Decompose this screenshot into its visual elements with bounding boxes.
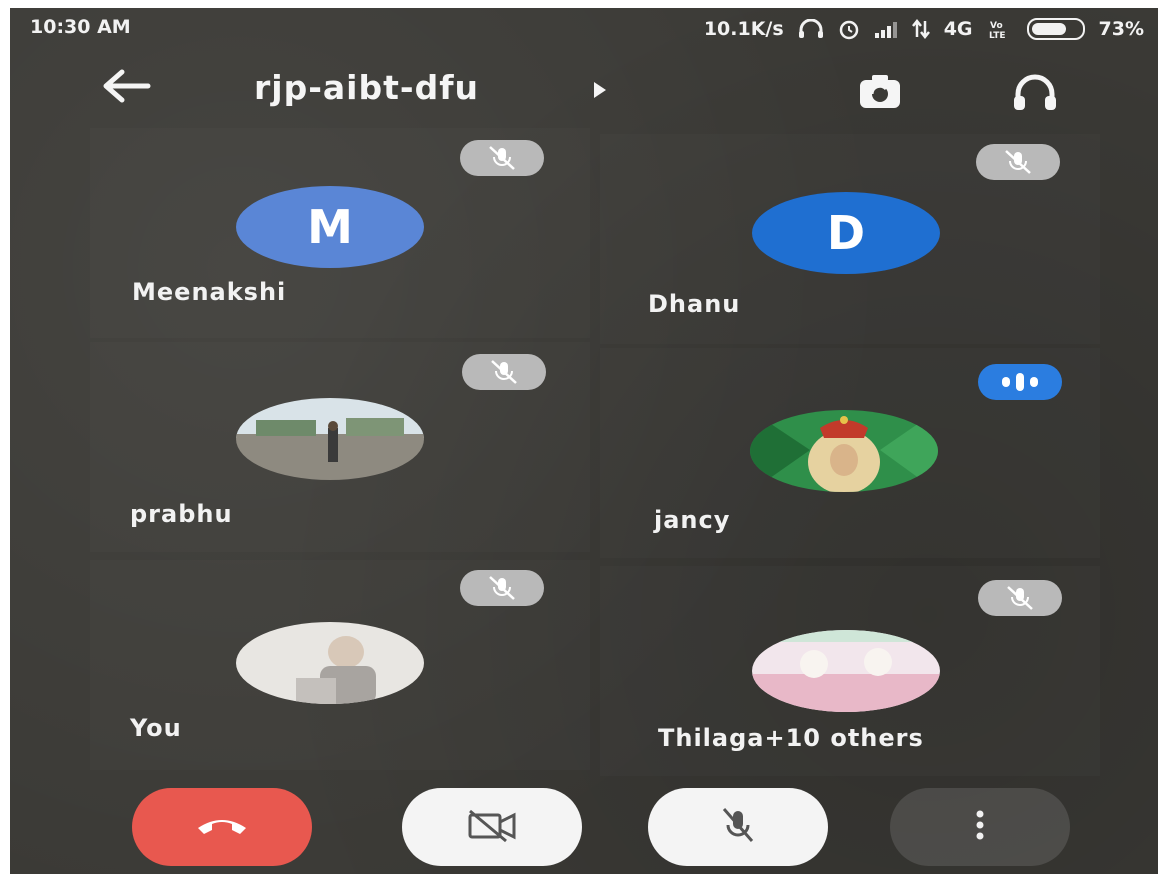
speaking-indicator-icon [978,364,1062,400]
meeting-code[interactable]: rjp-aibt-dfu [254,68,479,107]
svg-text:Vo: Vo [990,21,1003,31]
avatar: D [752,192,940,274]
status-time: 10:30 AM [30,16,131,38]
mic-off-icon [978,580,1062,616]
volte-icon: Vo LTE [987,19,1013,39]
battery-icon [1026,18,1085,40]
participant-name: jancy [654,506,731,534]
status-indicators: 10.1K/s 4G Vo LTE 73% [704,18,1144,40]
network-speed: 10.1K/s [703,18,784,40]
battery-percent: 73% [1098,18,1144,40]
mic-off-icon [718,805,758,849]
avatar-photo [236,622,424,704]
end-call-button[interactable] [132,788,312,866]
mic-toggle-button[interactable] [648,788,828,866]
mic-off-icon [460,140,544,176]
call-toolbar: rjp-aibt-dfu [10,54,1158,124]
mic-off-icon [462,354,546,390]
more-vertical-icon [974,808,986,846]
more-options-button[interactable] [890,788,1070,866]
meet-call-screen: 10:30 AM 10.1K/s 4G Vo LTE 73% rjp-aibt-… [10,8,1158,874]
video-off-icon [462,807,522,847]
headset-icon [798,19,824,39]
participant-tile[interactable]: M Meenakshi [90,128,590,338]
mic-off-icon [976,144,1060,180]
participant-name: You [130,714,182,742]
avatar-photo [236,398,424,480]
status-bar: 10:30 AM 10.1K/s 4G Vo LTE 73% [10,8,1158,48]
participant-tile[interactable]: prabhu [90,342,590,552]
avatar: M [236,186,424,268]
mic-off-icon [460,570,544,606]
participant-name: Dhanu [648,290,741,318]
avatar-photo [752,630,940,712]
participant-tile[interactable]: D Dhanu [600,134,1100,344]
participant-name: prabhu [130,500,233,528]
battery-fill [1031,23,1066,35]
arrow-left-icon[interactable] [96,64,156,108]
alarm-icon [838,18,860,40]
camera-switch-icon[interactable] [850,70,910,116]
participant-tile[interactable]: You [90,560,590,770]
participant-name: Thilaga+10 others [658,724,924,752]
phone-hangup-icon [192,810,252,844]
avatar-photo [750,410,938,492]
participant-tile[interactable]: jancy [600,348,1100,558]
camera-toggle-button[interactable] [402,788,582,866]
network-type: 4G [943,18,973,40]
headphones-icon[interactable] [1005,70,1065,116]
signal-icon [874,20,898,38]
svg-text:LTE: LTE [989,31,1006,39]
data-arrows-icon [911,19,930,39]
participant-tile[interactable]: Thilaga+10 others [600,566,1100,776]
expand-caret-icon[interactable] [594,82,606,98]
participant-name: Meenakshi [132,278,287,306]
call-controls [10,778,1158,868]
